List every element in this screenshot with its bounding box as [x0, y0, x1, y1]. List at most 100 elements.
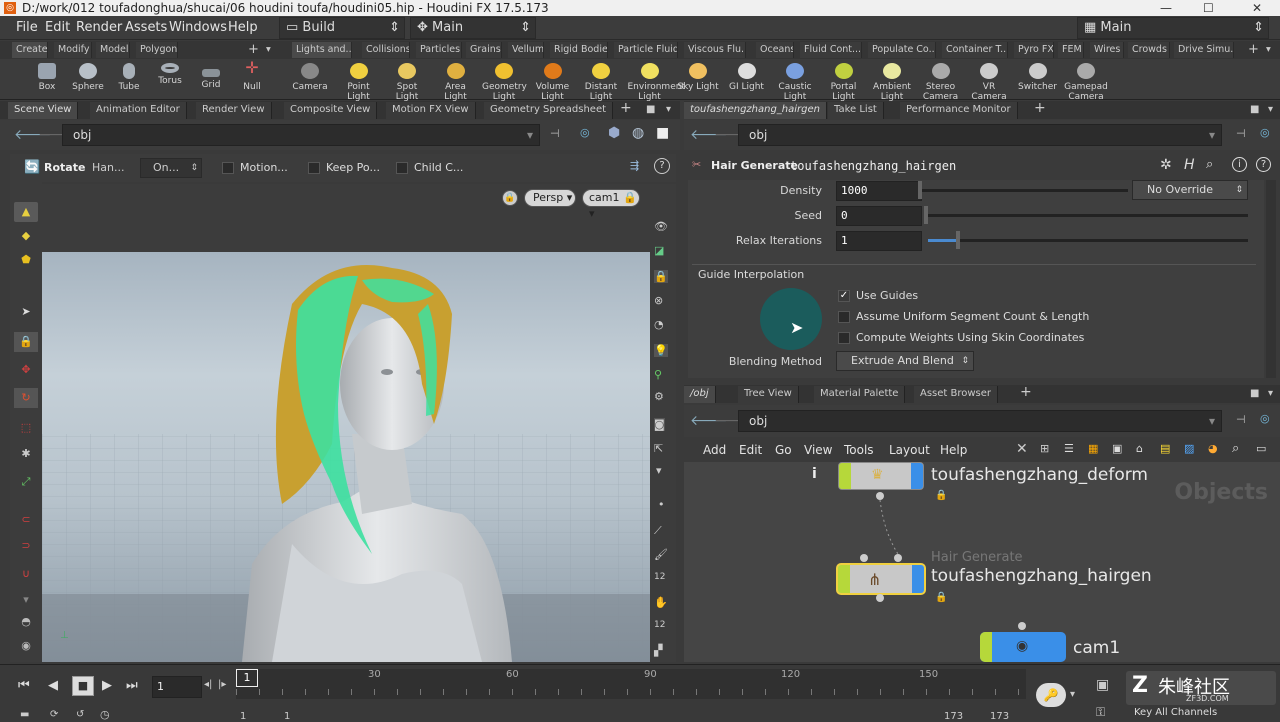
- mode-dropdown[interactable]: On... ⇕: [140, 158, 202, 178]
- select-mode-icon[interactable]: ▲: [14, 202, 38, 222]
- blending-dropdown[interactable]: Extrude And Blend ⇕: [836, 351, 974, 371]
- tool-gi-light[interactable]: GI Light: [725, 61, 769, 92]
- brush-icon[interactable]: 🖌: [654, 548, 668, 561]
- chevron-down-icon[interactable]: ▾: [14, 590, 38, 610]
- right-path-field[interactable]: obj ▾: [738, 124, 1222, 146]
- step-back-icon[interactable]: ◂|: [204, 679, 212, 690]
- density-field[interactable]: 1000: [836, 181, 922, 201]
- search-icon[interactable]: ⌕: [1232, 441, 1239, 456]
- tool-sky-light[interactable]: Sky Light: [676, 61, 720, 92]
- timeline-track[interactable]: 1 30 60 90 120 150: [236, 669, 1026, 699]
- network-menu-tools[interactable]: Tools: [844, 443, 874, 457]
- handle-icon[interactable]: ⤢: [14, 472, 38, 492]
- primitive-mode-icon[interactable]: ⬟: [14, 250, 38, 270]
- menu-edit[interactable]: Edit: [45, 20, 70, 35]
- link-icon[interactable]: ◎: [1260, 126, 1270, 139]
- tab-animation-editor[interactable]: Animation Editor: [90, 102, 187, 119]
- tool-sphere[interactable]: Sphere: [66, 61, 110, 92]
- node-cam1-label[interactable]: cam1: [1073, 638, 1120, 658]
- shelf-tab-oceans[interactable]: Oceans: [756, 42, 794, 58]
- scale-icon[interactable]: ⬚: [14, 418, 38, 438]
- numbers-icon[interactable]: 12: [654, 572, 665, 582]
- tool-volume-light[interactable]: Volume Light: [531, 61, 575, 102]
- snap-grid-icon[interactable]: ∪: [14, 564, 38, 584]
- tab-scene-view[interactable]: Scene View: [8, 102, 79, 119]
- last-frame-icon[interactable]: ⏭: [126, 678, 138, 693]
- tool-ambient-light[interactable]: Ambient Light: [870, 61, 914, 102]
- context-dropdown[interactable]: ✥ Main ⇕: [410, 17, 536, 39]
- clock-icon[interactable]: ◷: [100, 708, 110, 721]
- point-mode-icon[interactable]: ◆: [14, 226, 38, 246]
- shelf-tab-model[interactable]: Model: [96, 42, 130, 58]
- network-menu-add[interactable]: Add: [703, 443, 726, 457]
- shelf-tab-modify[interactable]: Modify: [54, 42, 92, 58]
- menu-assets[interactable]: Assets: [125, 20, 167, 35]
- minimize-button[interactable]: —: [1160, 0, 1172, 16]
- display-flag[interactable]: [980, 632, 992, 662]
- shelf-tab-rigid-bodies[interactable]: Rigid Bodies: [550, 42, 608, 58]
- relax-slider[interactable]: [928, 239, 1248, 242]
- stamp-icon[interactable]: ▞: [654, 644, 662, 657]
- tab-material-palette[interactable]: Material Palette: [814, 386, 906, 403]
- add-tab-icon[interactable]: +: [1028, 100, 1052, 117]
- persp-menu[interactable]: Persp ▾: [524, 189, 576, 207]
- network-menu-edit[interactable]: Edit: [739, 443, 762, 457]
- seed-slider[interactable]: [924, 214, 1248, 217]
- tool-environment-light[interactable]: Environment Light: [628, 61, 685, 102]
- shading-icon[interactable]: ◔: [654, 318, 664, 331]
- loop-icon[interactable]: ⟳: [50, 709, 58, 720]
- keep-pos-checkbox[interactable]: [308, 162, 320, 174]
- network-editor[interactable]: Objects i ♛ toufashengzhang_deform 🔒 Hai…: [684, 462, 1280, 662]
- network-menu-go[interactable]: Go: [775, 443, 792, 457]
- left-path-field[interactable]: obj ▾: [62, 124, 540, 146]
- realtime-icon[interactable]: ▣: [1096, 677, 1109, 693]
- camera-menu[interactable]: cam1 🔒▾: [582, 189, 640, 220]
- right-context-dropdown[interactable]: ▦ Main ⇕: [1077, 17, 1269, 39]
- dot-icon[interactable]: ▾: [656, 464, 662, 477]
- shelf-tab-populate[interactable]: Populate Co...: [868, 42, 936, 58]
- wrench-icon[interactable]: ✕: [1016, 441, 1028, 457]
- key-icon[interactable]: 🔑: [1036, 683, 1066, 707]
- tool-tube[interactable]: Tube: [107, 61, 151, 92]
- shelf-tab-drive-sim[interactable]: Drive Simu...: [1174, 42, 1234, 58]
- timeline-cursor[interactable]: 1: [236, 669, 258, 687]
- seed-slider-handle[interactable]: [924, 206, 928, 224]
- menu-file[interactable]: File: [16, 20, 38, 35]
- shelf-tab-particle-fluids[interactable]: Particle Fluids: [614, 42, 678, 58]
- shelf-tab-pyro[interactable]: Pyro FX: [1014, 42, 1054, 58]
- pin-icon[interactable]: ⊣: [1236, 413, 1246, 426]
- geo-view-icon[interactable]: ⬢: [608, 125, 620, 141]
- assume-uniform-checkbox[interactable]: [838, 311, 850, 323]
- override-dropdown[interactable]: No Override ⇕: [1132, 180, 1248, 200]
- param-scrollbar[interactable]: [1266, 180, 1276, 378]
- pane-menu-icon[interactable]: ▾: [1262, 102, 1279, 119]
- tool-stereo-camera[interactable]: Stereo Camera: [919, 61, 963, 102]
- density-slider[interactable]: [920, 189, 1128, 192]
- list-icon[interactable]: ☰: [1064, 442, 1074, 455]
- add-shelf-icon[interactable]: +: [1244, 42, 1258, 58]
- chevron-down-icon[interactable]: ▾: [1070, 689, 1075, 700]
- grid-view-icon[interactable]: ▦: [1088, 442, 1098, 455]
- compute-weights-checkbox[interactable]: [838, 332, 850, 344]
- display-icon[interactable]: ■: [656, 125, 669, 141]
- shelf-tab-create[interactable]: Create: [12, 42, 48, 58]
- shelf-tab-fluid-cont[interactable]: Fluid Cont...: [800, 42, 862, 58]
- add-shelf-icon[interactable]: +: [244, 42, 258, 58]
- tool-portal-light[interactable]: Portal Light: [822, 61, 866, 102]
- link-icon[interactable]: ◎: [580, 126, 590, 139]
- pane-menu-icon[interactable]: ▾: [660, 102, 677, 119]
- edge-icon[interactable]: ⟋: [654, 524, 662, 538]
- tab-geometry-spreadsheet[interactable]: Geometry Spreadsheet: [484, 102, 614, 119]
- output-connector[interactable]: [876, 594, 884, 602]
- shelf-tab-container[interactable]: Container T...: [942, 42, 1008, 58]
- relax-slider-handle[interactable]: [956, 231, 960, 249]
- hand-icon[interactable]: ✋: [654, 596, 668, 609]
- render-flag[interactable]: [912, 565, 924, 593]
- tool-area-light[interactable]: Area Light: [434, 61, 478, 102]
- end-frame-2[interactable]: 173: [990, 711, 1009, 722]
- tool-distant-light[interactable]: Distant Light: [579, 61, 623, 102]
- close-button[interactable]: ✕: [1252, 0, 1262, 16]
- magnet-icon[interactable]: ⊂: [14, 510, 38, 530]
- shelf-tab-wires[interactable]: Wires: [1090, 42, 1124, 58]
- tab-take-list[interactable]: Take List: [828, 102, 884, 119]
